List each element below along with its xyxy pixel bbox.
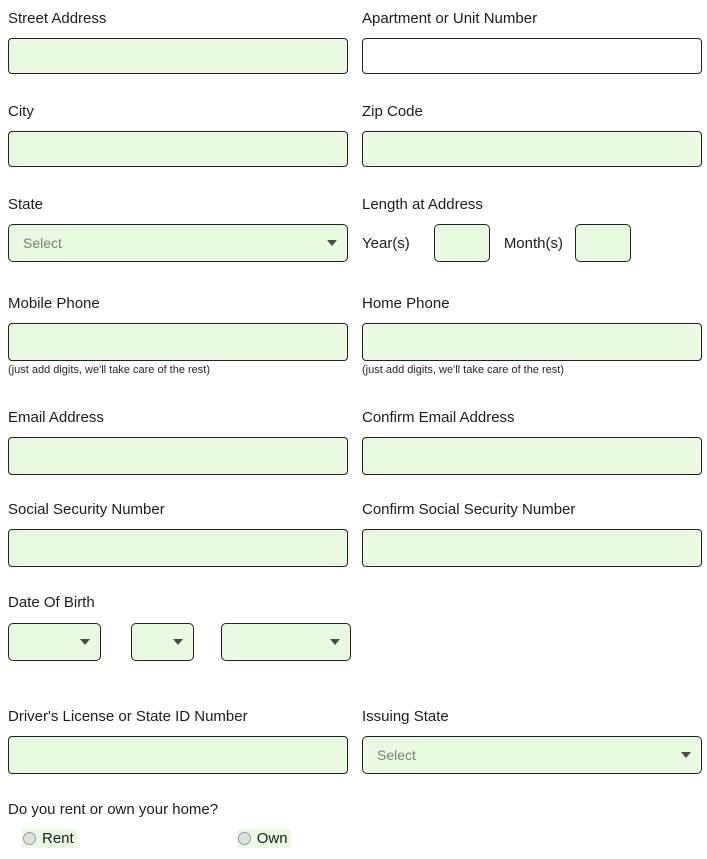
label-zip-code: Zip Code [362, 103, 423, 120]
mobile-phone-input[interactable] [8, 323, 348, 361]
field-confirm-email: Confirm Email Address [362, 409, 702, 475]
ssn-input[interactable] [8, 529, 348, 567]
label-email: Email Address [8, 409, 104, 426]
radio-label-rent: Rent [42, 830, 74, 847]
label-drivers-license: Driver's License or State ID Number [8, 708, 248, 725]
confirm-email-input[interactable] [362, 437, 702, 475]
issuing-state-select[interactable]: Select [362, 736, 702, 774]
radio-label-own: Own [256, 830, 288, 847]
radio-option-own[interactable]: Own [236, 829, 291, 848]
street-address-input[interactable] [8, 38, 348, 74]
label-confirm-email: Confirm Email Address [362, 409, 515, 426]
field-home-phone: Home Phone (just add digits, we'll take … [362, 295, 702, 377]
field-confirm-ssn: Confirm Social Security Number [362, 501, 702, 567]
address-information-form: Street Address Apartment or Unit Number … [0, 0, 707, 859]
label-issuing-state: Issuing State [362, 708, 449, 725]
drivers-license-input[interactable] [8, 736, 348, 774]
chevron-down-icon [173, 639, 183, 645]
field-city: City [8, 103, 348, 167]
chevron-down-icon [80, 639, 90, 645]
state-select-value: Select [23, 235, 62, 251]
field-length-at-address: Length at Address Year(s) Month(s) [362, 196, 702, 262]
label-ssn: Social Security Number [8, 501, 165, 518]
label-date-of-birth: Date Of Birth [8, 594, 95, 611]
mobile-phone-helper-text: (just add digits, we'll take care of the… [8, 364, 211, 376]
field-email: Email Address [8, 409, 348, 475]
years-input[interactable] [433, 224, 490, 262]
field-date-of-birth: Date Of Birth [8, 594, 408, 661]
label-city: City [8, 103, 34, 120]
label-street-address: Street Address [8, 10, 107, 27]
radio-option-rent[interactable]: Rent [22, 829, 77, 848]
field-drivers-license: Driver's License or State ID Number [8, 708, 348, 774]
apartment-input[interactable] [362, 38, 702, 74]
city-input[interactable] [8, 131, 348, 167]
label-home-phone: Home Phone [362, 295, 450, 312]
dob-day-select[interactable] [131, 623, 194, 661]
issuing-state-select-value: Select [377, 747, 416, 763]
chevron-down-icon [681, 752, 691, 758]
field-zip-code: Zip Code [362, 103, 702, 167]
label-apartment: Apartment or Unit Number [362, 10, 538, 27]
months-input[interactable] [575, 224, 631, 262]
email-input[interactable] [8, 437, 348, 475]
field-apartment: Apartment or Unit Number [362, 10, 702, 74]
field-issuing-state: Issuing State Select [362, 708, 702, 774]
home-phone-input[interactable] [362, 323, 702, 361]
radio-circle-icon [23, 832, 36, 845]
field-street-address: Street Address [8, 10, 348, 74]
dob-year-select[interactable] [221, 623, 351, 661]
label-state: State [8, 196, 44, 213]
label-confirm-ssn: Confirm Social Security Number [362, 501, 576, 518]
label-months: Month(s) [503, 234, 563, 252]
dob-month-select[interactable] [8, 623, 101, 661]
radio-circle-icon [237, 832, 251, 845]
field-state: State Select [8, 196, 348, 262]
label-mobile-phone: Mobile Phone [8, 295, 100, 312]
chevron-down-icon [330, 639, 340, 645]
chevron-down-icon [327, 240, 337, 246]
home-phone-helper-text: (just add digits, we'll take care of the… [362, 364, 565, 376]
state-select[interactable]: Select [8, 224, 348, 262]
label-length-at-address: Length at Address [362, 196, 483, 213]
label-home-ownership: Do you rent or own your home? [8, 801, 219, 818]
field-home-ownership: Do you rent or own your home? Rent Own [8, 801, 408, 848]
field-mobile-phone: Mobile Phone (just add digits, we'll tak… [8, 295, 348, 377]
zip-code-input[interactable] [362, 131, 702, 167]
label-years: Year(s) [362, 234, 410, 252]
field-ssn: Social Security Number [8, 501, 348, 567]
confirm-ssn-input[interactable] [362, 529, 702, 567]
